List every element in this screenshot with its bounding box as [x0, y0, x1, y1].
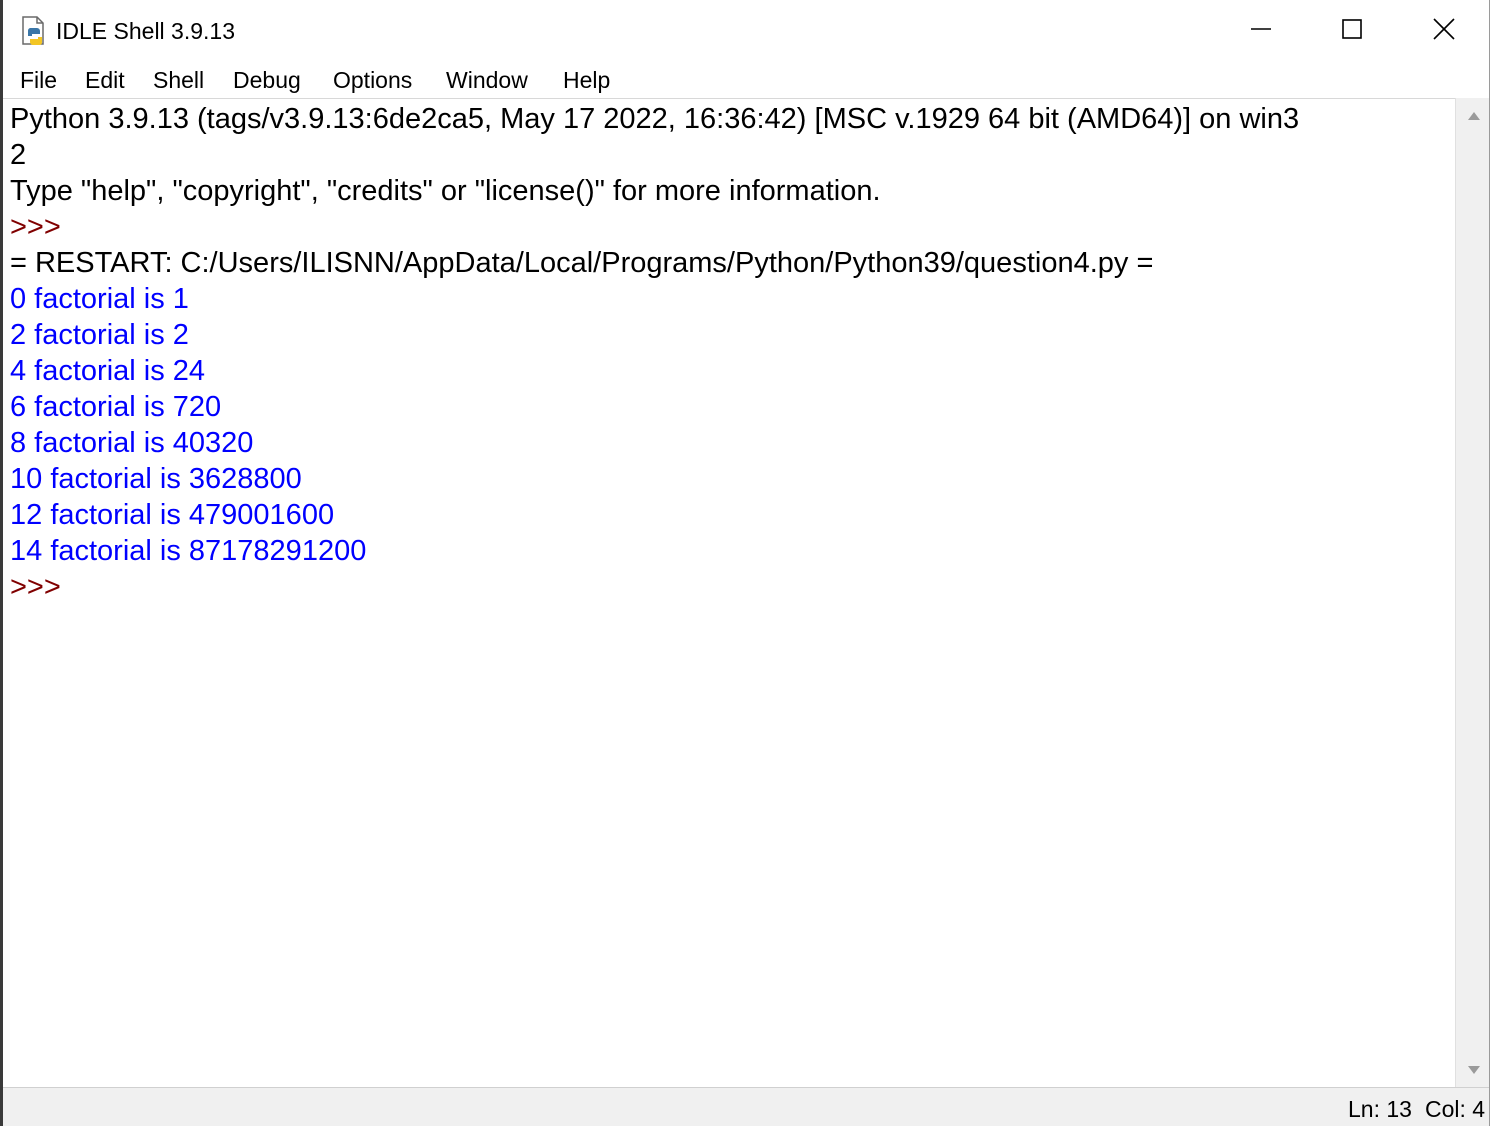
banner-line-wrap: 2: [10, 139, 27, 171]
final-prompt: >>>: [10, 571, 61, 603]
close-button[interactable]: [1398, 0, 1490, 62]
shell-text-area[interactable]: Python 3.9.13 (tags/v3.9.13:6de2ca5, May…: [3, 98, 1455, 1087]
title-bar[interactable]: IDLE Shell 3.9.13: [3, 0, 1489, 62]
restart-line: = RESTART: C:/Users/ILISNN/AppData/Local…: [10, 247, 1154, 279]
column-number-status: Col: 4: [1425, 1096, 1486, 1122]
output-line: 2 factorial is 2: [10, 319, 189, 351]
minimize-button[interactable]: [1215, 0, 1307, 62]
help-hint-line: Type "help", "copyright", "credits" or "…: [10, 175, 881, 207]
maximize-icon: [1341, 18, 1363, 45]
menu-help[interactable]: Help: [563, 65, 610, 95]
output-line: 4 factorial is 24: [10, 355, 206, 387]
output-line: 10 factorial is 3628800: [10, 463, 302, 495]
menu-edit[interactable]: Edit: [85, 65, 125, 95]
menu-debug[interactable]: Debug: [233, 65, 301, 95]
output-line: 14 factorial is 87178291200: [10, 535, 367, 567]
vertical-scrollbar[interactable]: [1455, 98, 1489, 1087]
scroll-up-icon[interactable]: [1468, 112, 1480, 120]
minimize-icon: [1250, 18, 1272, 45]
menu-window[interactable]: Window: [446, 65, 528, 95]
line-number-status: Ln: 13: [1348, 1096, 1412, 1122]
idle-shell-window: IDLE Shell 3.9.13 File Edit Shell Debug …: [0, 0, 1490, 1126]
menu-options[interactable]: Options: [333, 65, 412, 95]
output-line: 6 factorial is 720: [10, 391, 222, 423]
output-line: 0 factorial is 1: [10, 283, 189, 315]
menu-file[interactable]: File: [20, 65, 57, 95]
python-file-icon: [19, 16, 49, 46]
close-icon: [1432, 17, 1456, 46]
scroll-down-icon[interactable]: [1468, 1066, 1480, 1074]
shell-prompt: >>>: [10, 211, 61, 243]
window-title: IDLE Shell 3.9.13: [56, 18, 236, 44]
menu-bar: File Edit Shell Debug Options Window Hel…: [3, 62, 1489, 98]
output-line: 8 factorial is 40320: [10, 427, 254, 459]
menu-shell[interactable]: Shell: [153, 65, 204, 95]
output-line: 12 factorial is 479001600: [10, 499, 335, 531]
banner-line: Python 3.9.13 (tags/v3.9.13:6de2ca5, May…: [10, 103, 1300, 135]
maximize-button[interactable]: [1306, 0, 1398, 62]
status-bar: Ln: 13 Col: 4: [3, 1087, 1489, 1126]
